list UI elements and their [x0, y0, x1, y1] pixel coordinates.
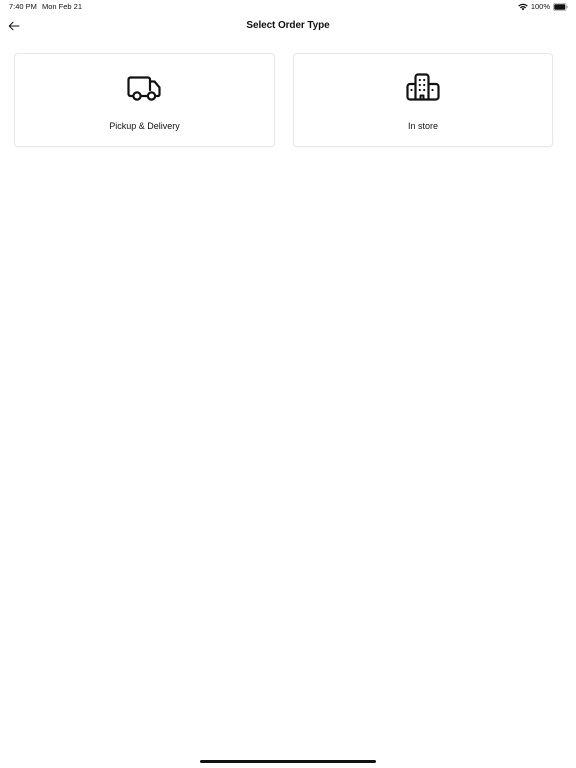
- order-type-card-pickup-delivery[interactable]: Pickup & Delivery: [14, 53, 275, 147]
- navigation-header: Select Order Type: [0, 14, 576, 38]
- wifi-icon: [518, 3, 528, 11]
- battery-icon: [553, 3, 568, 11]
- battery-percent: 100%: [530, 2, 550, 11]
- order-type-label: In store: [407, 121, 438, 131]
- status-time: 7:40 PM: [9, 2, 37, 11]
- status-indicators: 100%: [518, 2, 568, 12]
- home-indicator[interactable]: [200, 760, 376, 763]
- building-icon: [405, 72, 441, 102]
- status-bar: 7:40 PM Mon Feb 21 100%: [0, 0, 576, 14]
- order-type-card-in-store[interactable]: In store: [293, 53, 553, 147]
- status-date: Mon Feb 21: [42, 2, 83, 11]
- page-title: Select Order Type: [246, 20, 330, 31]
- order-type-label: Pickup & Delivery: [109, 121, 180, 131]
- truck-icon: [126, 72, 163, 102]
